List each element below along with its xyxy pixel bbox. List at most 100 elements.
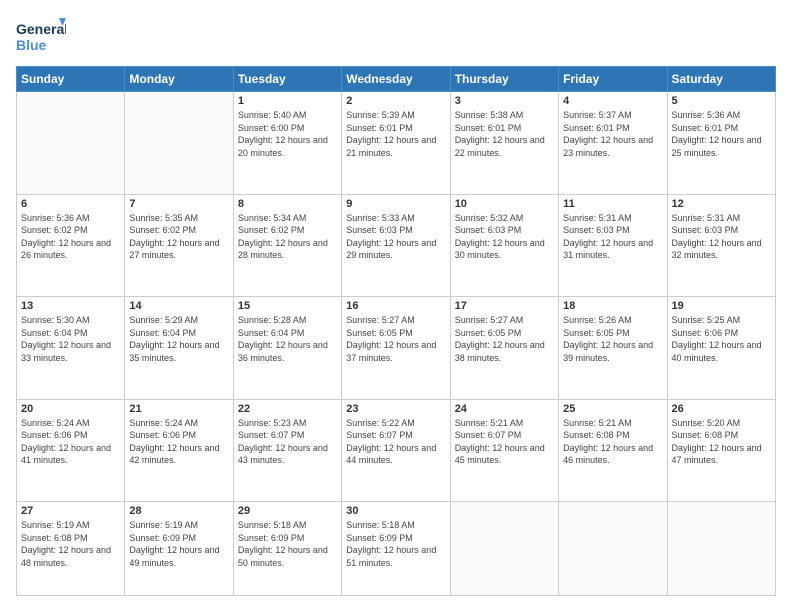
calendar-cell: 30 Sunrise: 5:18 AMSunset: 6:09 PMDayligh…	[342, 502, 450, 596]
header: General Blue	[16, 16, 776, 56]
day-number: 13	[21, 300, 120, 312]
day-info: Sunrise: 5:35 AMSunset: 6:02 PMDaylight:…	[129, 212, 228, 262]
calendar-cell: 26 Sunrise: 5:20 AMSunset: 6:08 PMDayligh…	[667, 399, 775, 502]
day-header-wednesday: Wednesday	[342, 67, 450, 92]
calendar-week-5: 27Sunrise: 5:19 AMSunset: 6:08 PMDayligh…	[17, 502, 776, 596]
calendar-cell: 3 Sunrise: 5:38 AMSunset: 6:01 PMDaylight…	[450, 92, 558, 195]
day-number: 23	[346, 403, 445, 415]
day-number: 28	[129, 505, 228, 517]
calendar-cell: 16 Sunrise: 5:27 AMSunset: 6:05 PMDayligh…	[342, 297, 450, 400]
day-info: Sunrise: 5:18 AMSunset: 6:09 PMDaylight:…	[238, 519, 337, 569]
day-number: 24	[455, 403, 554, 415]
day-number: 5	[672, 95, 771, 107]
calendar-cell: 6Sunrise: 5:36 AMSunset: 6:02 PMDaylight…	[17, 194, 125, 297]
calendar-cell	[125, 92, 233, 195]
day-info: Sunrise: 5:19 AMSunset: 6:08 PMDaylight:…	[21, 519, 120, 569]
day-number: 7	[129, 198, 228, 210]
calendar-cell: 8 Sunrise: 5:34 AMSunset: 6:02 PMDaylight…	[233, 194, 341, 297]
calendar-table: SundayMondayTuesdayWednesdayThursdayFrid…	[16, 66, 776, 596]
svg-text:Blue: Blue	[16, 37, 47, 53]
day-header-thursday: Thursday	[450, 67, 558, 92]
calendar-cell: 29 Sunrise: 5:18 AMSunset: 6:09 PMDayligh…	[233, 502, 341, 596]
calendar-cell: 2 Sunrise: 5:39 AMSunset: 6:01 PMDaylight…	[342, 92, 450, 195]
calendar-cell: 17Sunrise: 5:27 AMSunset: 6:05 PMDayligh…	[450, 297, 558, 400]
calendar-cell: 9 Sunrise: 5:33 AMSunset: 6:03 PMDaylight…	[342, 194, 450, 297]
calendar-cell: 27Sunrise: 5:19 AMSunset: 6:08 PMDayligh…	[17, 502, 125, 596]
day-number: 10	[455, 198, 554, 210]
svg-text:General: General	[16, 21, 66, 37]
calendar-cell: 12Sunrise: 5:31 AMSunset: 6:03 PMDayligh…	[667, 194, 775, 297]
page: General Blue SundayMondayTuesdayWednesda…	[0, 0, 792, 612]
day-info: Sunrise: 5:19 AMSunset: 6:09 PMDaylight:…	[129, 519, 228, 569]
day-number: 16	[346, 300, 445, 312]
day-header-saturday: Saturday	[667, 67, 775, 92]
day-info: Sunrise: 5:24 AMSunset: 6:06 PMDaylight:…	[21, 417, 120, 467]
calendar-week-3: 13Sunrise: 5:30 AMSunset: 6:04 PMDayligh…	[17, 297, 776, 400]
calendar-cell: 1Sunrise: 5:40 AMSunset: 6:00 PMDaylight…	[233, 92, 341, 195]
day-info: Sunrise: 5:21 AMSunset: 6:07 PMDaylight:…	[455, 417, 554, 467]
calendar-cell: 18 Sunrise: 5:26 AMSunset: 6:05 PMDayligh…	[559, 297, 667, 400]
logo: General Blue	[16, 16, 66, 56]
day-info: Sunrise: 5:24 AMSunset: 6:06 PMDaylight:…	[129, 417, 228, 467]
day-number: 9	[346, 198, 445, 210]
calendar-cell: 25Sunrise: 5:21 AMSunset: 6:08 PMDayligh…	[559, 399, 667, 502]
calendar-cell: 15 Sunrise: 5:28 AMSunset: 6:04 PMDayligh…	[233, 297, 341, 400]
day-info: Sunrise: 5:28 AMSunset: 6:04 PMDaylight:…	[238, 314, 337, 364]
calendar-header-row: SundayMondayTuesdayWednesdayThursdayFrid…	[17, 67, 776, 92]
day-info: Sunrise: 5:39 AMSunset: 6:01 PMDaylight:…	[346, 109, 445, 159]
calendar-cell	[559, 502, 667, 596]
day-number: 18	[563, 300, 662, 312]
calendar-cell: 21 Sunrise: 5:24 AMSunset: 6:06 PMDayligh…	[125, 399, 233, 502]
day-header-friday: Friday	[559, 67, 667, 92]
day-number: 21	[129, 403, 228, 415]
day-number: 12	[672, 198, 771, 210]
day-info: Sunrise: 5:27 AMSunset: 6:05 PMDaylight:…	[346, 314, 445, 364]
day-info: Sunrise: 5:20 AMSunset: 6:08 PMDaylight:…	[672, 417, 771, 467]
calendar-week-1: 1Sunrise: 5:40 AMSunset: 6:00 PMDaylight…	[17, 92, 776, 195]
day-number: 14	[129, 300, 228, 312]
day-number: 11	[563, 198, 662, 210]
day-header-sunday: Sunday	[17, 67, 125, 92]
day-info: Sunrise: 5:29 AMSunset: 6:04 PMDaylight:…	[129, 314, 228, 364]
day-number: 2	[346, 95, 445, 107]
calendar-cell: 14 Sunrise: 5:29 AMSunset: 6:04 PMDayligh…	[125, 297, 233, 400]
day-number: 4	[563, 95, 662, 107]
day-info: Sunrise: 5:26 AMSunset: 6:05 PMDaylight:…	[563, 314, 662, 364]
day-info: Sunrise: 5:36 AMSunset: 6:01 PMDaylight:…	[672, 109, 771, 159]
calendar-cell: 7 Sunrise: 5:35 AMSunset: 6:02 PMDaylight…	[125, 194, 233, 297]
day-number: 20	[21, 403, 120, 415]
calendar-cell: 28 Sunrise: 5:19 AMSunset: 6:09 PMDayligh…	[125, 502, 233, 596]
calendar-week-4: 20 Sunrise: 5:24 AMSunset: 6:06 PMDayligh…	[17, 399, 776, 502]
calendar-cell: 10 Sunrise: 5:32 AMSunset: 6:03 PMDayligh…	[450, 194, 558, 297]
day-number: 25	[563, 403, 662, 415]
day-info: Sunrise: 5:37 AMSunset: 6:01 PMDaylight:…	[563, 109, 662, 159]
day-info: Sunrise: 5:22 AMSunset: 6:07 PMDaylight:…	[346, 417, 445, 467]
day-info: Sunrise: 5:25 AMSunset: 6:06 PMDaylight:…	[672, 314, 771, 364]
day-number: 3	[455, 95, 554, 107]
day-number: 30	[346, 505, 445, 517]
day-info: Sunrise: 5:32 AMSunset: 6:03 PMDaylight:…	[455, 212, 554, 262]
day-info: Sunrise: 5:33 AMSunset: 6:03 PMDaylight:…	[346, 212, 445, 262]
day-info: Sunrise: 5:18 AMSunset: 6:09 PMDaylight:…	[346, 519, 445, 569]
day-number: 8	[238, 198, 337, 210]
calendar-cell: 5 Sunrise: 5:36 AMSunset: 6:01 PMDaylight…	[667, 92, 775, 195]
calendar-cell	[667, 502, 775, 596]
day-info: Sunrise: 5:38 AMSunset: 6:01 PMDaylight:…	[455, 109, 554, 159]
calendar-week-2: 6Sunrise: 5:36 AMSunset: 6:02 PMDaylight…	[17, 194, 776, 297]
calendar-cell: 24 Sunrise: 5:21 AMSunset: 6:07 PMDayligh…	[450, 399, 558, 502]
calendar-cell	[17, 92, 125, 195]
calendar-cell: 11Sunrise: 5:31 AMSunset: 6:03 PMDayligh…	[559, 194, 667, 297]
day-number: 26	[672, 403, 771, 415]
logo-svg: General Blue	[16, 16, 66, 56]
day-info: Sunrise: 5:34 AMSunset: 6:02 PMDaylight:…	[238, 212, 337, 262]
day-info: Sunrise: 5:23 AMSunset: 6:07 PMDaylight:…	[238, 417, 337, 467]
day-header-tuesday: Tuesday	[233, 67, 341, 92]
calendar-cell: 22Sunrise: 5:23 AMSunset: 6:07 PMDayligh…	[233, 399, 341, 502]
day-info: Sunrise: 5:36 AMSunset: 6:02 PMDaylight:…	[21, 212, 120, 262]
calendar-cell: 23 Sunrise: 5:22 AMSunset: 6:07 PMDayligh…	[342, 399, 450, 502]
calendar-cell	[450, 502, 558, 596]
calendar-cell: 20 Sunrise: 5:24 AMSunset: 6:06 PMDayligh…	[17, 399, 125, 502]
calendar-cell: 4 Sunrise: 5:37 AMSunset: 6:01 PMDaylight…	[559, 92, 667, 195]
day-number: 15	[238, 300, 337, 312]
day-number: 29	[238, 505, 337, 517]
